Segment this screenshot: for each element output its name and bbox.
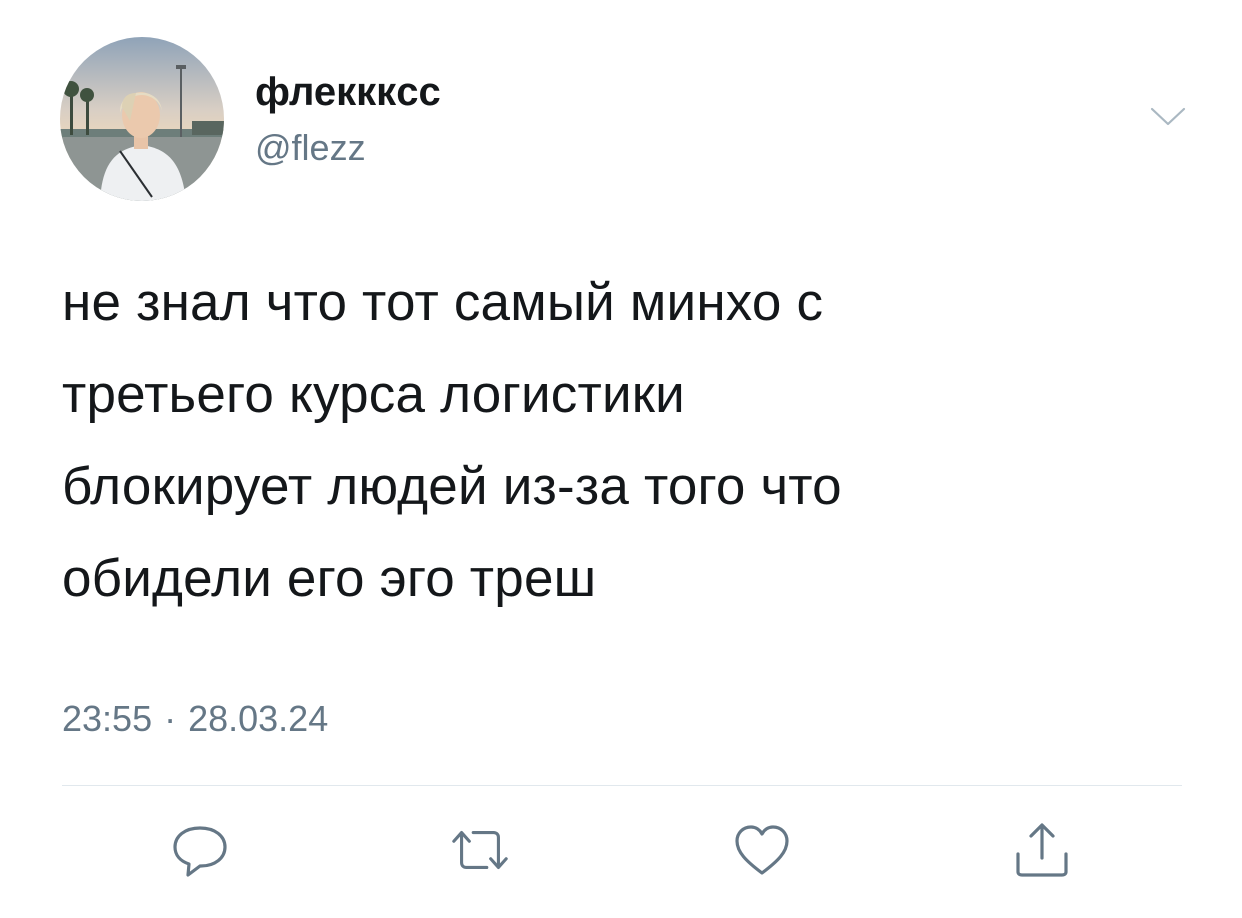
retweet-icon	[452, 830, 508, 870]
tweet-time: 23:55	[62, 698, 153, 739]
meta-separator: ·	[164, 698, 177, 739]
tweet-text-line: обидели его эго треш	[62, 549, 597, 608]
display-name[interactable]: флекккcс	[255, 68, 441, 116]
share-button[interactable]	[1010, 818, 1074, 882]
tweet-timestamp[interactable]: 23:55 · 28.03.24	[62, 697, 328, 741]
like-button[interactable]	[730, 818, 794, 882]
tweet-text-line: блокирует людей из-за того что	[62, 457, 842, 516]
tweet-text: не знал что тот самый минхо с третьего к…	[62, 257, 1162, 625]
divider	[62, 785, 1182, 786]
tweet-card: флекккcс @flezz не знал что тот самый ми…	[0, 0, 1242, 918]
chevron-down-icon[interactable]	[1150, 106, 1186, 128]
avatar[interactable]	[60, 37, 224, 201]
tweet-text-line: третьего курса логистики	[62, 365, 685, 424]
bottom-spacer	[0, 912, 1242, 918]
retweet-button[interactable]	[448, 818, 512, 882]
avatar-photo	[60, 37, 224, 201]
tweet-text-line: не знал что тот самый минхо с	[62, 273, 824, 332]
reply-button[interactable]	[168, 818, 232, 882]
user-handle[interactable]: @flezz	[255, 126, 366, 170]
heart-icon	[735, 825, 789, 875]
reply-icon	[173, 826, 227, 877]
share-icon	[1016, 823, 1068, 877]
tweet-date: 28.03.24	[188, 698, 329, 739]
